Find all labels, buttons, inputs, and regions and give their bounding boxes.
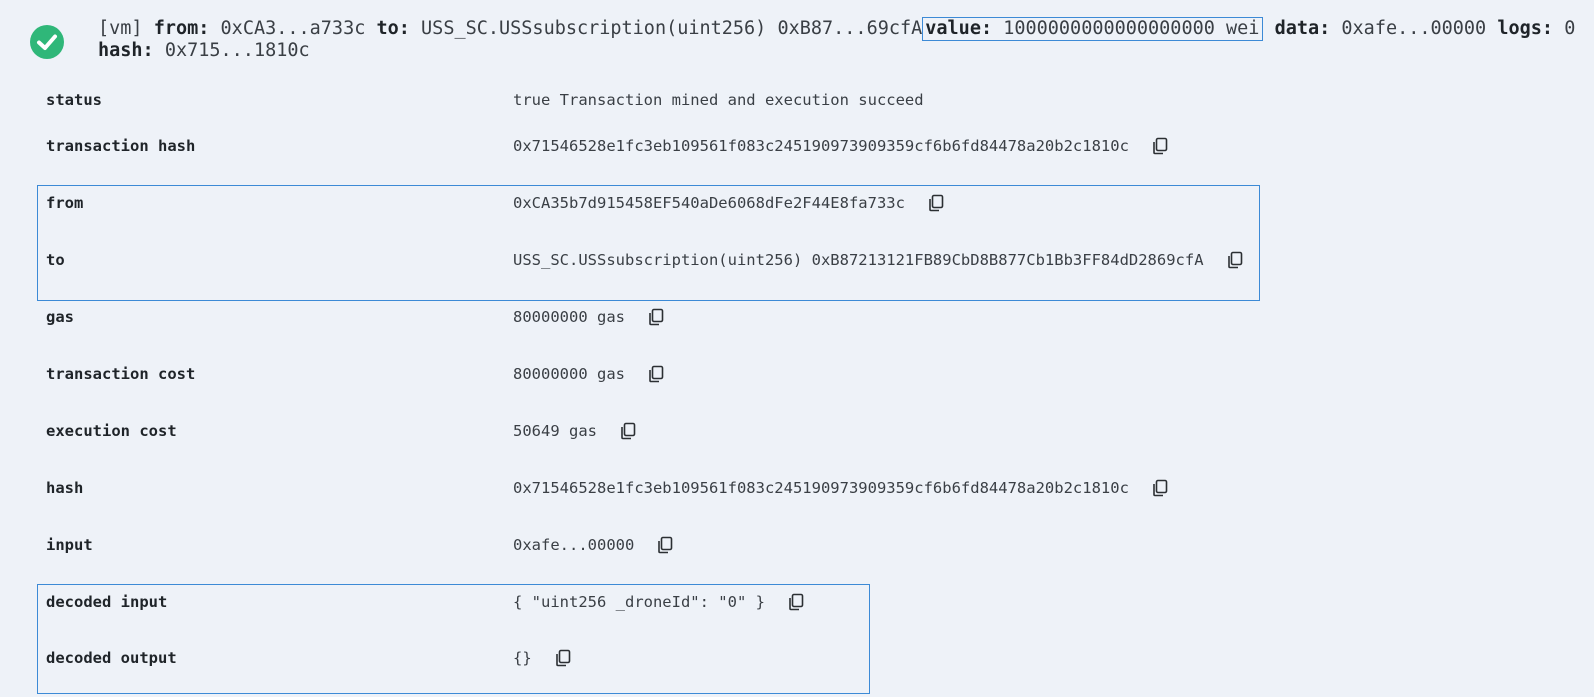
input-value: 0xafe...00000 — [513, 536, 674, 554]
status-value: true Transaction mined and execution suc… — [513, 91, 924, 109]
summary-hash-value: 0x715...1810c — [164, 40, 310, 61]
gas-label: gas — [46, 308, 74, 326]
summary-data-value: 0xafe...00000 — [1341, 18, 1487, 39]
summary-logs-key: logs: — [1497, 18, 1554, 39]
success-check-icon — [30, 25, 64, 59]
summary-value-highlight: value: 1000000000000000000 wei — [922, 17, 1264, 41]
summary-value-key: value: — [925, 18, 993, 39]
transaction-cost-value-text: 80000000 gas — [513, 365, 625, 383]
gas-value: 80000000 gas — [513, 308, 665, 326]
detail-row-transaction-cost: transaction cost 80000000 gas — [46, 359, 665, 389]
detail-row-hash: hash 0x71546528e1fc3eb109561f083c2451909… — [46, 473, 1169, 503]
execution-cost-value-text: 50649 gas — [513, 422, 597, 440]
summary-line-2: hash: 0x715...1810c — [98, 40, 1588, 62]
detail-row-decoded-output: decoded output {} — [46, 643, 572, 673]
summary-hash-key: hash: — [98, 40, 154, 61]
transaction-cost-value: 80000000 gas — [513, 365, 665, 383]
summary-to-value: USS_SC.USSsubscription(uint256) 0xB87...… — [421, 18, 923, 39]
decoded-input-value: { "uint256 _droneId": "0" } — [513, 593, 805, 611]
summary-logs-value: 0 — [1564, 18, 1576, 39]
input-value-text: 0xafe...00000 — [513, 536, 635, 554]
vm-tag: [vm] — [98, 18, 143, 39]
hash-label: hash — [46, 479, 84, 497]
summary-data-key: data: — [1274, 18, 1331, 39]
transaction-hash-label: transaction hash — [46, 137, 196, 155]
detail-row-transaction-hash: transaction hash 0x71546528e1fc3eb109561… — [46, 131, 1169, 161]
from-value-text: 0xCA35b7d915458EF540aDe6068dFe2F44E8fa73… — [513, 194, 905, 212]
decoded-output-value: {} — [513, 649, 572, 667]
copy-icon[interactable] — [1151, 479, 1169, 497]
transaction-log-panel: [vm] from: 0xCA3...a733c to: USS_SC.USSs… — [0, 0, 1594, 697]
copy-icon[interactable] — [1226, 251, 1244, 269]
status-value-text: true Transaction mined and execution suc… — [513, 91, 924, 109]
copy-icon[interactable] — [647, 365, 665, 383]
decoded-output-label: decoded output — [46, 649, 177, 667]
gas-value-text: 80000000 gas — [513, 308, 625, 326]
transaction-hash-value-text: 0x71546528e1fc3eb109561f083c245190973909… — [513, 137, 1129, 155]
hash-value-text: 0x71546528e1fc3eb109561f083c245190973909… — [513, 479, 1129, 497]
input-label: input — [46, 536, 93, 554]
to-value-text: USS_SC.USSsubscription(uint256) 0xB87213… — [513, 251, 1204, 269]
detail-row-input: input 0xafe...00000 — [46, 530, 674, 560]
execution-cost-value: 50649 gas — [513, 422, 637, 440]
hash-value: 0x71546528e1fc3eb109561f083c245190973909… — [513, 479, 1169, 497]
detail-row-to: to USS_SC.USSsubscription(uint256) 0xB87… — [46, 245, 1244, 275]
detail-row-status: status true Transaction mined and execut… — [46, 85, 924, 115]
to-label: to — [46, 251, 65, 269]
decoded-output-value-text: {} — [513, 649, 532, 667]
detail-row-execution-cost: execution cost 50649 gas — [46, 416, 637, 446]
copy-icon[interactable] — [927, 194, 945, 212]
copy-icon[interactable] — [787, 593, 805, 611]
copy-icon[interactable] — [656, 536, 674, 554]
copy-icon[interactable] — [619, 422, 637, 440]
transaction-cost-label: transaction cost — [46, 365, 196, 383]
copy-icon[interactable] — [647, 308, 665, 326]
to-value: USS_SC.USSsubscription(uint256) 0xB87213… — [513, 251, 1244, 269]
transaction-summary[interactable]: [vm] from: 0xCA3...a733c to: USS_SC.USSs… — [98, 17, 1588, 62]
detail-row-from: from 0xCA35b7d915458EF540aDe6068dFe2F44E… — [46, 188, 945, 218]
summary-to-key: to: — [376, 18, 410, 39]
summary-line-1: [vm] from: 0xCA3...a733c to: USS_SC.USSs… — [98, 17, 1588, 41]
execution-cost-label: execution cost — [46, 422, 177, 440]
decoded-input-label: decoded input — [46, 593, 168, 611]
summary-value-value: 1000000000000000000 wei — [1003, 18, 1260, 39]
summary-from-key: from: — [153, 18, 210, 39]
copy-icon[interactable] — [554, 649, 572, 667]
decoded-input-value-text: { "uint256 _droneId": "0" } — [513, 593, 765, 611]
from-value: 0xCA35b7d915458EF540aDe6068dFe2F44E8fa73… — [513, 194, 945, 212]
transaction-hash-value: 0x71546528e1fc3eb109561f083c245190973909… — [513, 137, 1169, 155]
detail-row-decoded-input: decoded input { "uint256 _droneId": "0" … — [46, 587, 805, 617]
detail-row-gas: gas 80000000 gas — [46, 302, 665, 332]
summary-from-value: 0xCA3...a733c — [220, 18, 366, 39]
from-label: from — [46, 194, 84, 212]
status-label: status — [46, 91, 102, 109]
copy-icon[interactable] — [1151, 137, 1169, 155]
